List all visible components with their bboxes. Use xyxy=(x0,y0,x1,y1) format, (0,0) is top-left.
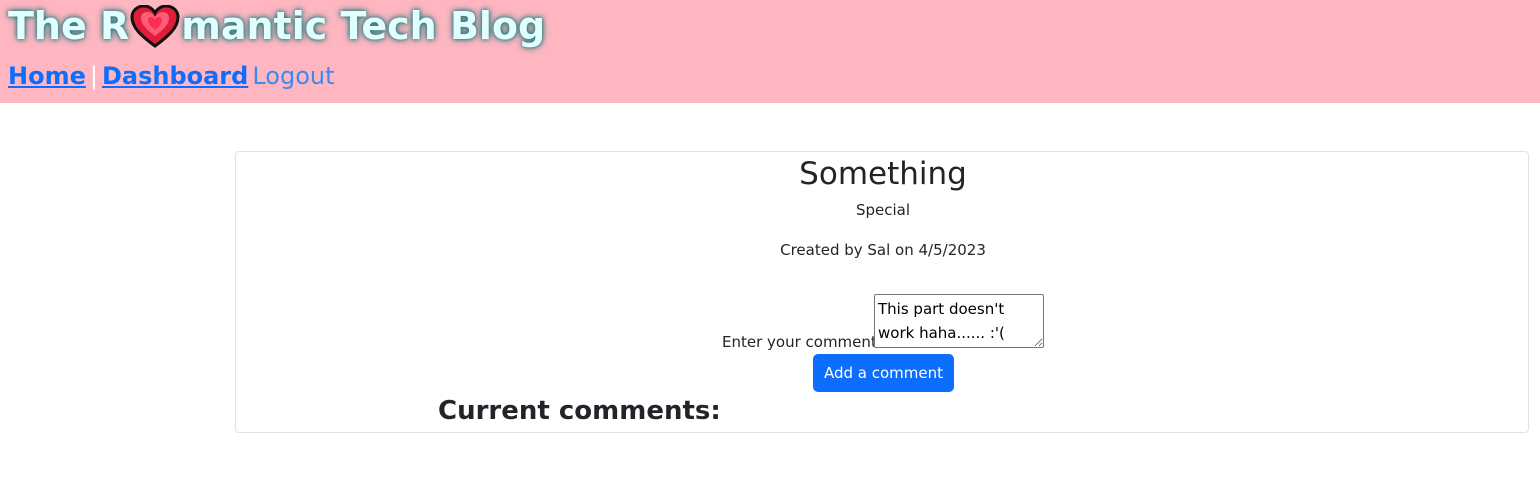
comment-label: Enter your comment: xyxy=(722,333,882,351)
site-header: The R mantic Tech Blog Home | Dashboard Log… xyxy=(0,0,1540,103)
post-body: Special xyxy=(855,201,911,219)
heart-icon xyxy=(130,4,180,49)
add-comment-button[interactable]: Add a comment xyxy=(813,354,954,392)
comments-heading: Current comments: xyxy=(438,396,721,426)
nav-separator: | xyxy=(89,62,98,90)
post-card: Something Special Created by Sal on 4/5/… xyxy=(235,151,1529,433)
comment-textarea[interactable]: This part doesn't work haha...... :'( xyxy=(874,294,1044,348)
post-meta: Created by Sal on 4/5/2023 xyxy=(780,241,986,259)
nav-home-link[interactable]: Home xyxy=(8,62,86,90)
nav-logout-link[interactable]: Logout xyxy=(252,62,334,90)
site-title-start: The R xyxy=(8,4,130,48)
site-title: The R mantic Tech Blog xyxy=(8,2,545,50)
post-title: Something xyxy=(799,156,967,192)
site-title-end: mantic Tech Blog xyxy=(181,4,546,48)
main-nav: Home | Dashboard Logout xyxy=(8,58,335,94)
nav-dashboard-link[interactable]: Dashboard xyxy=(102,62,248,90)
